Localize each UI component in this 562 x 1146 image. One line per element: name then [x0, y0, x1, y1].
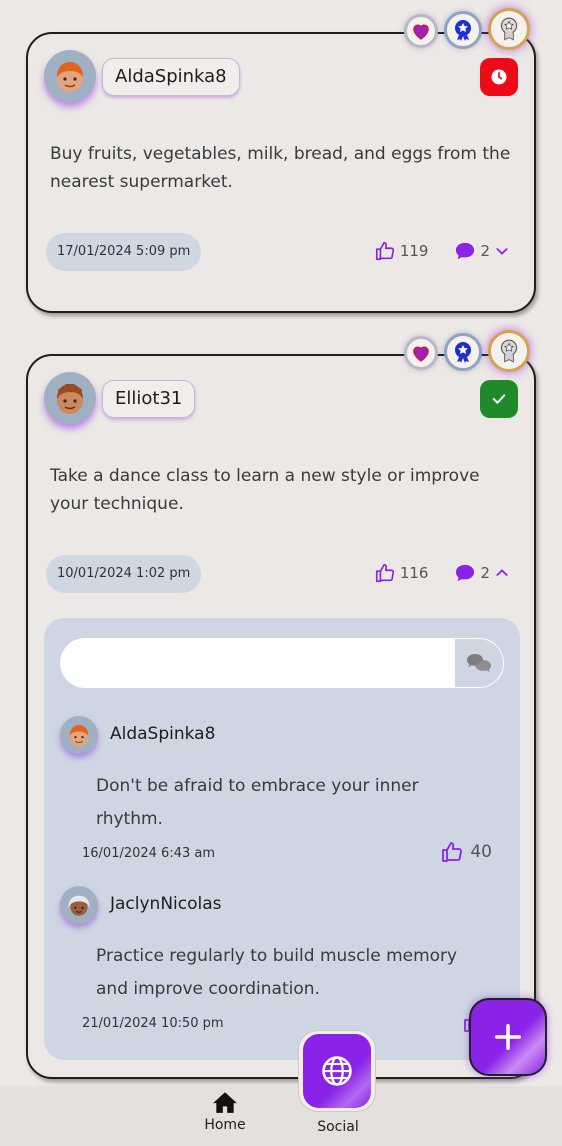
post-card: Elliot31 Take a dance class to learn a n…: [26, 330, 536, 1079]
post-date: 17/01/2024 5:09 pm: [46, 233, 202, 271]
comment-item: JaclynNicolas Practice regularly to buil…: [44, 886, 520, 1036]
check-icon: [492, 394, 506, 404]
badge-row: [404, 330, 530, 372]
chevron-up-icon: [496, 569, 508, 576]
comment-text: Practice regularly to build muscle memor…: [96, 946, 458, 999]
username[interactable]: Elliot31: [102, 380, 196, 418]
star-badge-icon[interactable]: [444, 11, 482, 49]
comment-username[interactable]: JaclynNicolas: [110, 894, 222, 914]
clock-icon: [491, 69, 507, 85]
username[interactable]: AldaSpinka8: [102, 58, 240, 96]
post-stats: 116 2: [374, 562, 510, 584]
thumbs-up-icon: [442, 842, 463, 862]
comment-avatar[interactable]: [60, 886, 98, 924]
ribbon-badge-icon[interactable]: [488, 330, 530, 372]
badge-row: [404, 8, 530, 50]
nav-home-label: Home: [204, 1117, 246, 1133]
done-status-button[interactable]: [480, 380, 518, 418]
post-date: 10/01/2024 1:02 pm: [46, 555, 202, 593]
comment-item: AldaSpinka8 Don't be afraid to embrace y…: [44, 716, 520, 866]
send-comment-button[interactable]: [454, 638, 504, 688]
avatar[interactable]: [44, 372, 96, 424]
comment-like-count: 40: [470, 842, 492, 862]
comment-count: 2: [480, 564, 490, 582]
like-button[interactable]: 116: [374, 562, 429, 584]
globe-icon: [322, 1056, 352, 1086]
comment-count: 2: [480, 242, 490, 260]
comments-panel: AldaSpinka8 Don't be afraid to embrace y…: [44, 618, 520, 1060]
bottom-nav: Home Social: [0, 1086, 562, 1146]
comment-icon: [456, 564, 475, 582]
nav-home[interactable]: Home: [200, 1090, 250, 1133]
comment-like-button[interactable]: 40: [440, 840, 492, 864]
pending-status-button[interactable]: [480, 58, 518, 96]
post-card: AldaSpinka8 Buy fruits, vegetables, milk…: [26, 8, 536, 313]
add-post-button[interactable]: [469, 998, 547, 1076]
plus-icon: [495, 1024, 521, 1050]
nav-social[interactable]: Social: [310, 1116, 366, 1135]
comment-input[interactable]: [60, 638, 454, 688]
comments-toggle[interactable]: 2: [454, 241, 510, 261]
comment-username[interactable]: AldaSpinka8: [110, 724, 215, 744]
comment-date: 21/01/2024 10:50 pm: [82, 1016, 224, 1031]
nav-social-label: Social: [317, 1119, 359, 1135]
ribbon-badge-icon[interactable]: [488, 8, 530, 50]
comment-avatar[interactable]: [60, 716, 98, 754]
like-count: 119: [399, 242, 429, 260]
post-text: Take a dance class to learn a new style …: [50, 466, 480, 514]
comment-text: Don't be afraid to embrace your inner rh…: [96, 776, 419, 829]
thumbs-up-icon: [375, 241, 394, 261]
thumbs-up-icon: [375, 563, 394, 583]
avatar[interactable]: [44, 50, 96, 102]
comment-composer: [60, 638, 504, 688]
chevron-down-icon: [496, 248, 508, 255]
heart-badge-icon[interactable]: [404, 336, 438, 370]
chat-send-icon: [467, 654, 491, 672]
heart-badge-icon[interactable]: [404, 14, 438, 48]
like-button[interactable]: 119: [374, 240, 429, 262]
like-count: 116: [399, 564, 429, 582]
comment-icon: [456, 242, 475, 260]
home-icon: [213, 1092, 237, 1113]
social-tab-button[interactable]: [298, 1030, 376, 1112]
star-badge-icon[interactable]: [444, 333, 482, 371]
comment-date: 16/01/2024 6:43 am: [82, 846, 216, 861]
post-stats: 119 2: [374, 240, 510, 262]
social-tab-active: [303, 1034, 371, 1108]
post-text: Buy fruits, vegetables, milk, bread, and…: [50, 144, 511, 192]
comments-toggle[interactable]: 2: [454, 563, 510, 583]
